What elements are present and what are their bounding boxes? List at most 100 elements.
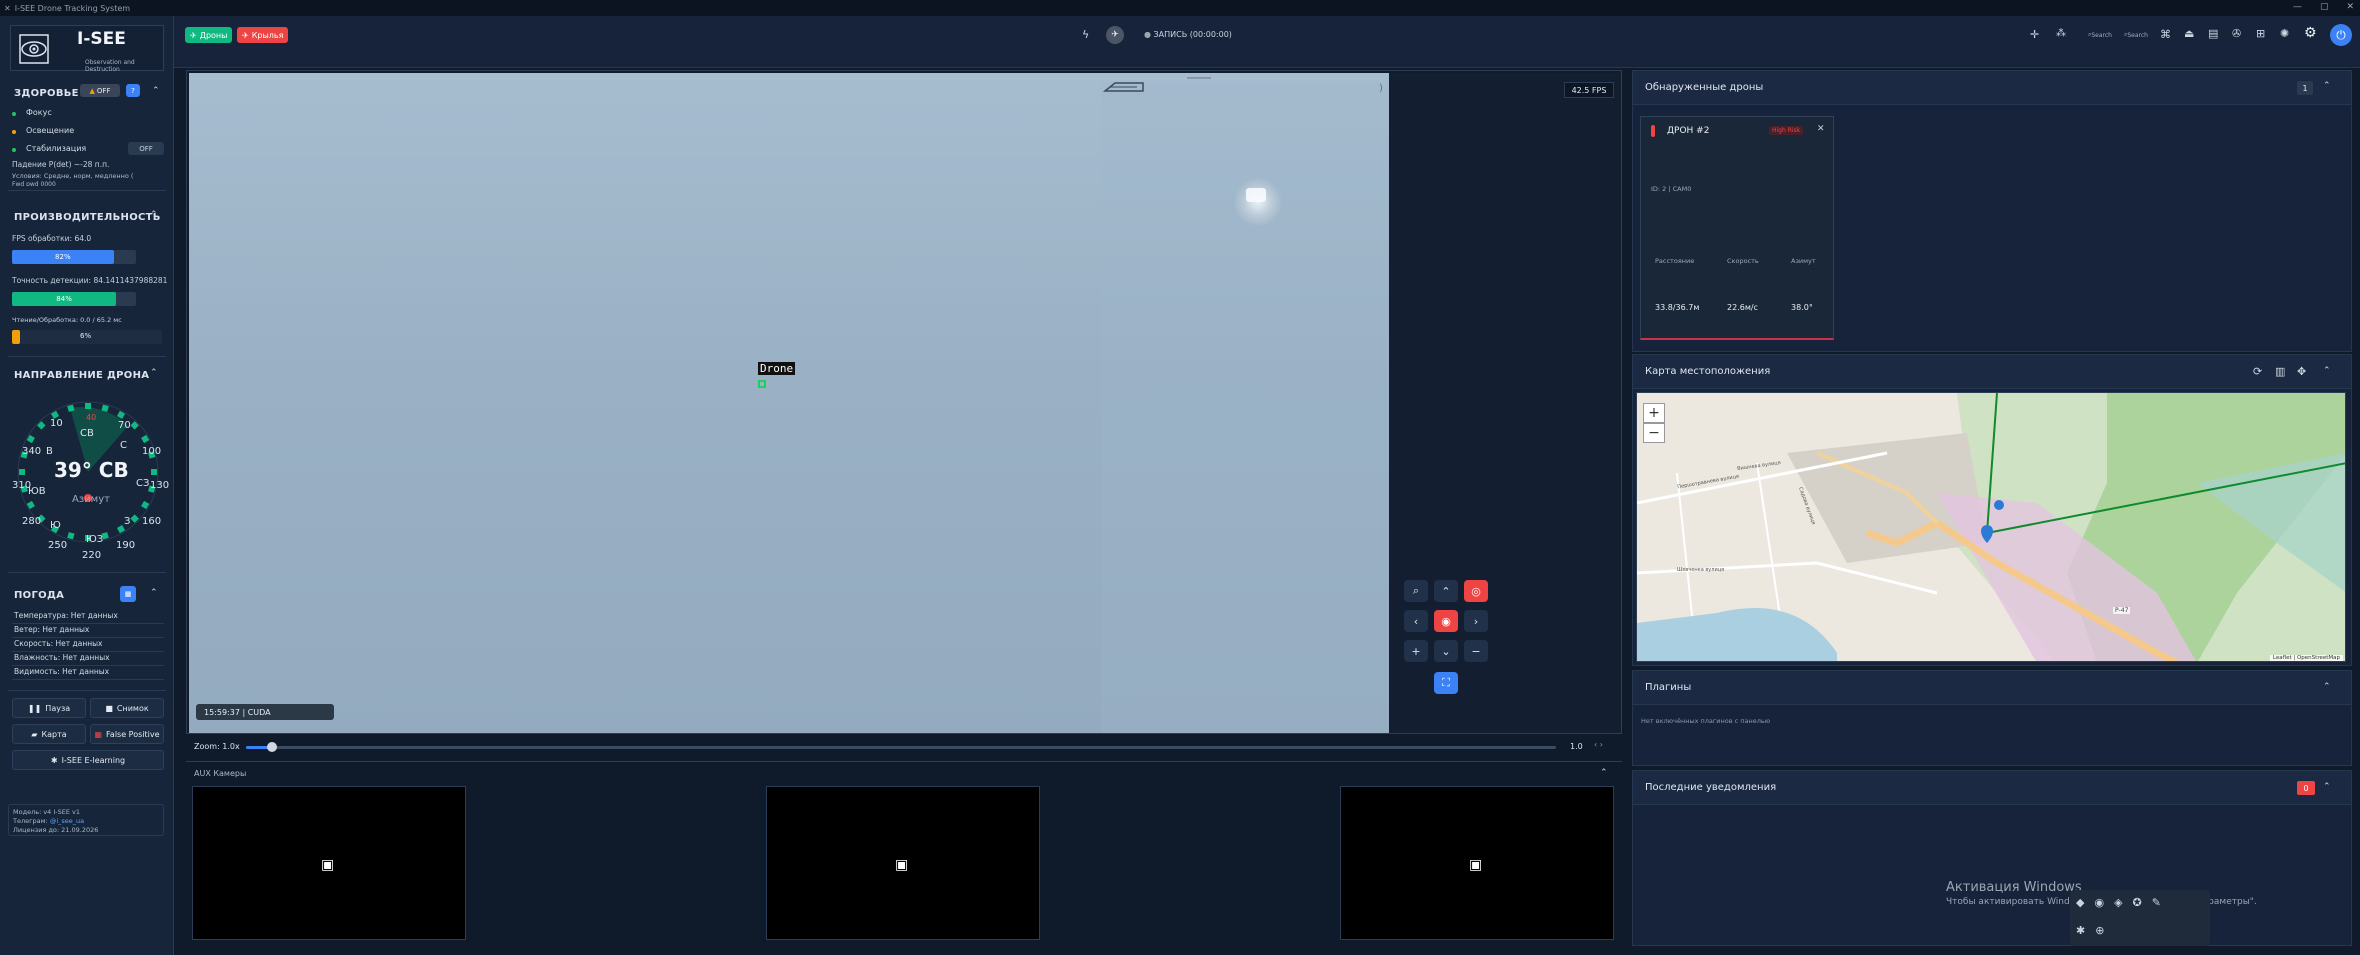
refresh-icon[interactable]: ⟳ <box>2253 365 2262 378</box>
ptz-center-button[interactable]: ◉ <box>1434 610 1458 632</box>
move-icon[interactable]: ✥ <box>2297 365 2306 378</box>
health-item-focus: Фокус <box>26 108 52 117</box>
read-label: Чтение/Обработка: 0.0 / 65.2 мс <box>12 316 122 324</box>
weather-humidity: Влажность: Нет данных <box>12 653 164 666</box>
false-positive-button[interactable]: ▦ False Positive <box>90 724 164 744</box>
map-header: Карта местоположения ⟳ ▥ ✥ ⌃ <box>1633 355 2351 389</box>
zoom-value: 1.0 <box>1570 742 1583 751</box>
zoom-step-buttons[interactable]: ‹ › <box>1594 740 1603 749</box>
pause-button[interactable]: ❚❚ Пауза <box>12 698 86 718</box>
ptz-down-button[interactable]: ⌄ <box>1434 640 1458 662</box>
ptz-left-button[interactable]: ‹ <box>1404 610 1428 632</box>
drones-mode-button[interactable]: ✈ Дроны <box>185 27 233 43</box>
snapshot-button[interactable]: ■ Снимок <box>90 698 164 718</box>
performance-title: ПРОИЗВОДИТЕЛЬНОСТЬ <box>14 212 161 223</box>
status-dot <box>12 148 16 152</box>
drone-card-id: ID: 2 | CAM0 <box>1651 185 1692 193</box>
tick-190: 190 <box>116 540 136 551</box>
tray-steam-icon[interactable]: ✪ <box>2133 896 2142 909</box>
chevron-up-icon[interactable]: ⌃ <box>150 368 158 378</box>
tray-lock-icon[interactable]: ⊕ <box>2095 924 2104 937</box>
chevron-up-icon[interactable]: ⌃ <box>1600 768 1608 778</box>
chevron-up-icon[interactable]: ⌃ <box>2323 782 2331 792</box>
chevron-up-icon[interactable]: ⌃ <box>152 86 160 96</box>
tray-shield-icon[interactable]: ◈ <box>2114 896 2122 909</box>
notifications-title: Последние уведомления <box>1645 782 1777 793</box>
target-lock-button[interactable]: ◎ <box>1464 580 1488 602</box>
tray-bluetooth-icon[interactable]: ✱ <box>2076 924 2085 937</box>
health-info-button[interactable]: ? <box>126 84 140 97</box>
eject-icon[interactable]: ⏏ <box>2184 27 2194 40</box>
gear-icon[interactable]: ⚙ <box>2304 25 2317 41</box>
record-status[interactable]: ● ЗАПИСЬ (00:00:00) <box>1144 30 1232 39</box>
map-fold-icon[interactable]: ▥ <box>2275 365 2285 378</box>
status-dot <box>12 130 16 134</box>
detected-count-badge: 1 <box>2297 81 2313 95</box>
close-icon[interactable]: ✕ <box>2346 2 2354 12</box>
drone-card[interactable]: ДРОН #2 High Risk ✕ ID: 2 | CAM0 Расстоя… <box>1640 116 1834 340</box>
tick-250: 250 <box>48 540 68 551</box>
video-feed[interactable]: ) <box>189 73 1389 733</box>
weather-refresh-button[interactable]: ▦ <box>120 586 136 602</box>
zoom-search-button[interactable]: ⌕ <box>1404 580 1428 602</box>
stabilization-off-badge[interactable]: OFF <box>128 142 164 155</box>
maximize-icon[interactable]: ▢ <box>2320 2 2329 12</box>
telegram-link[interactable]: @i_see_ua <box>50 817 84 825</box>
document-icon[interactable]: ▤ <box>2208 27 2218 40</box>
grid-icon[interactable]: ⊞ <box>2256 27 2265 40</box>
window-title: I-SEE Drone Tracking System <box>14 3 131 13</box>
map-zoom-in[interactable]: + <box>1643 403 1665 423</box>
wings-mode-button[interactable]: ✈ Крылья <box>237 27 289 43</box>
compass-tick-mark <box>67 532 75 540</box>
network-icon[interactable]: ⌘ <box>2160 28 2171 41</box>
drone-toggle-button[interactable]: ✈ <box>1106 26 1124 44</box>
location-map[interactable]: + − Першотравнева вулиця Шевченка вулиця… <box>1636 392 2346 662</box>
zoom-out-button[interactable]: − <box>1464 640 1488 662</box>
close-icon[interactable]: ✕ <box>1817 124 1825 134</box>
drone-blur <box>1234 178 1282 226</box>
ptz-up-button[interactable]: ⌃ <box>1434 580 1458 602</box>
elearning-button[interactable]: ✱ I-SEE E-learning <box>12 750 164 770</box>
azimuth-label: Азимут <box>72 494 110 505</box>
map-zoom-out[interactable]: − <box>1643 423 1665 443</box>
tray-edit-icon[interactable]: ✎ <box>2152 896 2161 909</box>
chevron-up-icon[interactable]: ⌃ <box>2323 81 2331 91</box>
bolt-icon[interactable]: ϟ <box>1082 28 1089 41</box>
zoom-in-button[interactable]: + <box>1404 640 1428 662</box>
tray-chat-icon[interactable]: ◉ <box>2094 896 2104 909</box>
tick-340: 340 <box>22 446 42 457</box>
zoom-slider-thumb[interactable] <box>267 742 278 752</box>
logo: I-SEE Observation and Destruction <box>10 25 164 73</box>
aux-camera-3[interactable]: ▣ <box>1340 786 1614 940</box>
weather-temp: Температура: Нет данных <box>12 611 164 624</box>
chevron-up-icon[interactable]: ⌃ <box>2323 682 2331 692</box>
chevron-up-icon[interactable]: ⌃ <box>150 588 158 598</box>
chevron-up-icon[interactable]: ⌃ <box>150 210 158 220</box>
fullscreen-button[interactable]: ⛶ <box>1434 672 1458 694</box>
search-field-1[interactable]: ⌕ Search <box>2084 28 2116 42</box>
minimize-icon[interactable]: — <box>2293 2 2302 12</box>
aux-camera-2[interactable]: ▣ <box>766 786 1040 940</box>
distance-label: Расстояние <box>1655 257 1695 265</box>
detection-box[interactable] <box>758 380 766 388</box>
compass-tick-mark <box>85 403 91 409</box>
chevron-up-icon[interactable]: ⌃ <box>2323 366 2331 376</box>
tools-icon[interactable]: ✇ <box>2232 27 2241 40</box>
power-icon[interactable]: ⏻ <box>2330 24 2352 46</box>
ptz-right-button[interactable]: › <box>1464 610 1488 632</box>
video-overlay <box>1101 81 1389 733</box>
health-off-toggle[interactable]: ▲ OFF <box>80 84 120 97</box>
license-box: Модель: v4 I-SEE v1 Телеграм: @i_see_ua … <box>8 804 164 836</box>
weather-visibility: Видимость: Нет данных <box>12 667 164 680</box>
zoom-slider-track[interactable] <box>246 746 1556 749</box>
health-title: ЗДОРОВЬЕ I <box>14 88 87 99</box>
tray-app-icon[interactable]: ◆ <box>2076 896 2084 909</box>
tick-70: 70 <box>118 420 131 431</box>
map-button[interactable]: ▰ Карта <box>12 724 86 744</box>
crosshair-icon[interactable]: ✛ <box>2030 28 2039 41</box>
status-dot <box>12 112 16 116</box>
aux-camera-1[interactable]: ▣ <box>192 786 466 940</box>
palette-icon[interactable]: ✺ <box>2280 27 2289 40</box>
search-field-2[interactable]: ⌕ Search <box>2120 28 2152 42</box>
radio-icon[interactable]: ⁂ <box>2056 28 2066 39</box>
